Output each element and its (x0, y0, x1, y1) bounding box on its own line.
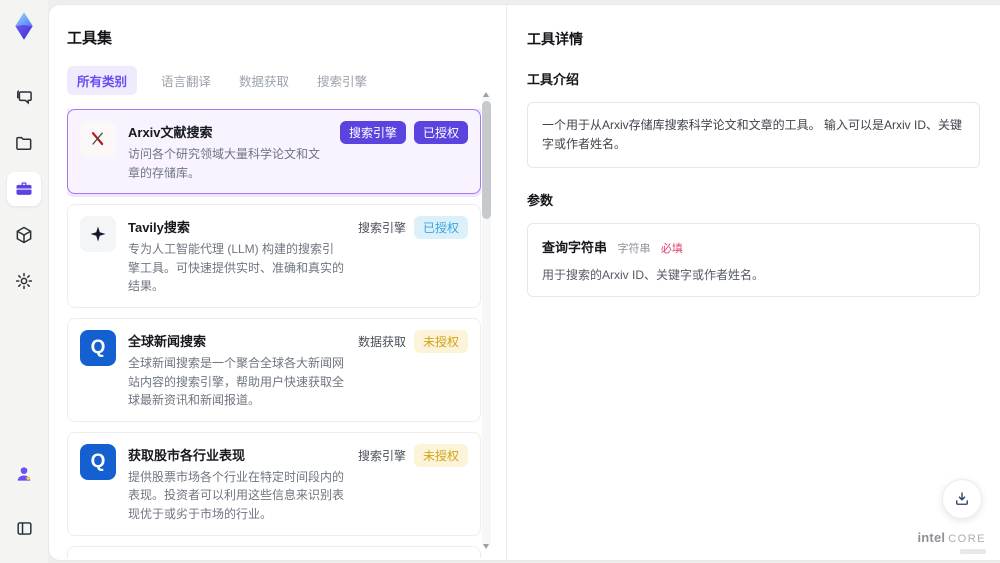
tool-badges: 搜索引擎 未授权 (357, 443, 468, 524)
intel-brand-text: intel (917, 530, 946, 545)
parameter-name: 查询字符串 (542, 240, 608, 256)
sidebar-item-files[interactable] (7, 126, 41, 160)
status-badge: 已授权 (413, 121, 468, 144)
tool-description: 专为人工智能代理 (LLM) 构建的搜索引擎工具。可快速提供实时、准确和真实的结… (128, 242, 345, 294)
q-logo-icon: Q (80, 329, 116, 366)
tab-language-translation[interactable]: 语言翻译 (157, 66, 215, 95)
download-button[interactable] (942, 479, 982, 519)
tool-name: 获取股市各行业表现 (128, 447, 246, 463)
category-badge: 搜索引擎 (339, 121, 406, 144)
tool-badges: 搜索引擎 已授权 (339, 121, 468, 182)
tool-intro-text: 一个用于从Arxiv存储库搜索科学论文和文章的工具。 输入可以是Arxiv ID… (542, 118, 963, 152)
status-badge: 未授权 (413, 329, 468, 353)
scrollbar-thumb[interactable] (482, 101, 491, 219)
sidebar-item-settings[interactable] (7, 264, 41, 298)
parameter-description: 用于搜索的Arxiv ID、关键字或作者姓名。 (542, 268, 765, 283)
user-avatar[interactable] (7, 457, 41, 491)
folder-icon (16, 136, 32, 150)
page-title: 工具集 (67, 30, 113, 47)
tool-badges: 数据获取 未授权 (357, 329, 468, 410)
tool-card-most-active-stocks[interactable]: Q 获取市场最活跃股票信息 提供当天交易量最高的股票列表。投资者可以利用这些信息… (67, 545, 481, 558)
category-label: 搜索引擎 (357, 448, 406, 463)
chat-icon (17, 90, 32, 105)
briefcase-icon (16, 182, 32, 195)
tool-description: 访问各个研究领域大量科学论文和文章的存储库。 (128, 147, 321, 180)
tool-card-arxiv-search[interactable]: Arxiv文献搜索 访问各个研究领域大量科学论文和文章的存储库。 搜索引擎 已授… (67, 109, 481, 195)
sidebar-item-models[interactable] (7, 218, 41, 252)
collapse-panel-icon (16, 521, 32, 535)
sidebar-item-chat[interactable] (7, 80, 41, 114)
tool-details-panel: 工具详情 工具介绍 一个用于从Arxiv存储库搜索科学论文和文章的工具。 输入可… (506, 5, 1000, 560)
category-label: 数据获取 (357, 334, 406, 349)
category-tabs: 所有类别 语言翻译 数据获取 搜索引擎 (67, 66, 506, 95)
tool-description: 全球新闻搜索是一个聚合全球各大新闻网站内容的搜索引擎，帮助用户快速获取全球最新资… (128, 355, 345, 408)
app-logo gem-logo-icon[interactable] (6, 8, 42, 44)
parameter-card: 查询字符串 字符串 必填 用于搜索的Arxiv ID、关键字或作者姓名。 (527, 223, 980, 298)
tool-description: 提供股票市场各个行业在特定时间段内的表现。投资者可以利用这些信息来识别表现优于或… (128, 469, 345, 521)
parameter-header: 查询字符串 字符串 必填 (542, 237, 965, 257)
category-label: 搜索引擎 (357, 221, 406, 236)
tab-all-categories[interactable]: 所有类别 (67, 66, 138, 95)
tool-card-tavily-search[interactable]: Tavily搜索 专为人工智能代理 (LLM) 构建的搜索引擎工具。可快速提供实… (67, 204, 481, 308)
tab-data-fetch[interactable]: 数据获取 (235, 66, 293, 95)
parameter-type: 字符串 (617, 243, 651, 256)
tool-list-scrollbar[interactable] (482, 92, 491, 549)
tool-list-pane: 工具集 所有类别 语言翻译 数据获取 搜索引擎 Arxiv文献搜索 访问各个研究… (49, 5, 506, 560)
tool-text: Tavily搜索 专为人工智能代理 (LLM) 构建的搜索引擎工具。可快速提供实… (128, 216, 346, 296)
tool-text: 获取股市各行业表现 提供股票市场各个行业在特定时间段内的表现。投资者可以利用这些… (128, 444, 346, 524)
sidebar (0, 0, 48, 563)
arxiv-icon (80, 121, 116, 157)
user-avatar-icon (17, 467, 31, 481)
tool-intro-box: 一个用于从Arxiv存储库搜索科学论文和文章的工具。 输入可以是Arxiv ID… (527, 102, 980, 169)
status-badge: 未授权 (413, 443, 468, 467)
main-content: 工具集 所有类别 语言翻译 数据获取 搜索引擎 Arxiv文献搜索 访问各个研究… (48, 4, 1000, 561)
tool-list: Arxiv文献搜索 访问各个研究领域大量科学论文和文章的存储库。 搜索引擎 已授… (67, 109, 481, 558)
tavily-star-icon (80, 216, 116, 253)
status-badge: 已授权 (413, 216, 468, 240)
params-heading: 参数 (527, 193, 554, 209)
scroll-up-arrow-icon[interactable] (483, 92, 489, 97)
download-icon (956, 492, 968, 505)
intel-logo-bar (960, 549, 986, 554)
scroll-down-arrow-icon[interactable] (483, 544, 489, 549)
gear-icon (15, 272, 33, 290)
sidebar-item-tools[interactable] (7, 172, 41, 206)
intel-core-logo: intel CORE (917, 530, 986, 554)
tool-name: Tavily搜索 (128, 220, 190, 236)
tool-text: Arxiv文献搜索 访问各个研究领域大量科学论文和文章的存储库。 (128, 121, 328, 182)
tool-text: 全球新闻搜索 全球新闻搜索是一个聚合全球各大新闻网站内容的搜索引擎，帮助用户快速… (128, 330, 346, 410)
core-brand-text: CORE (948, 533, 986, 545)
intro-heading: 工具介绍 (527, 72, 580, 87)
cube-icon (16, 226, 32, 244)
details-title: 工具详情 (527, 31, 583, 47)
q-logo-icon: Q (80, 443, 116, 480)
app-window: 工具集 所有类别 语言翻译 数据获取 搜索引擎 Arxiv文献搜索 访问各个研究… (0, 0, 1000, 563)
tool-badges: 搜索引擎 已授权 (358, 216, 468, 296)
required-badge: 必填 (660, 243, 683, 256)
tool-card-global-news-search[interactable]: Q 全球新闻搜索 全球新闻搜索是一个聚合全球各大新闻网站内容的搜索引擎，帮助用户… (67, 317, 481, 422)
gem-logo-icon (15, 12, 33, 40)
tab-search-engine[interactable]: 搜索引擎 (313, 66, 371, 95)
collapse-sidebar-button[interactable] (7, 511, 41, 545)
tool-card-sector-performance[interactable]: Q 获取股市各行业表现 提供股票市场各个行业在特定时间段内的表现。投资者可以利用… (67, 431, 481, 536)
tool-name: 全球新闻搜索 (128, 333, 207, 349)
tool-name: Arxiv文献搜索 (128, 125, 213, 140)
